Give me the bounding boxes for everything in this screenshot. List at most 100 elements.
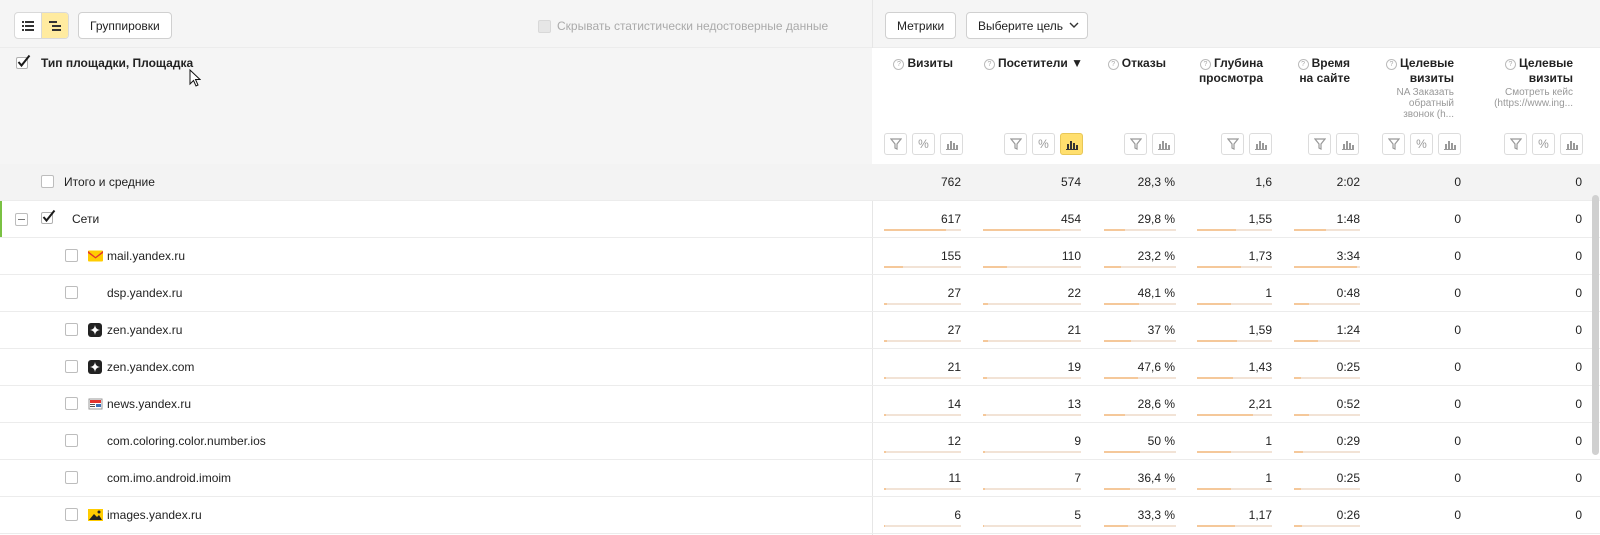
row-checkbox[interactable] <box>65 360 78 373</box>
hide-unreliable-box[interactable] <box>538 19 551 33</box>
chart-button[interactable] <box>1249 133 1272 155</box>
value-bar-fill <box>1197 266 1241 268</box>
row-label[interactable]: com.imo.android.imoim <box>107 471 231 485</box>
chart-button-active[interactable] <box>1060 133 1083 155</box>
table-row[interactable]: images.yandex.ru 6 5 33,3 % 1,17 0:26 0 0 <box>0 497 1600 534</box>
dimension-header-label[interactable]: Тип площадки, Площадка <box>41 56 193 70</box>
help-icon[interactable]: ? <box>983 59 995 70</box>
filter-button[interactable] <box>1308 133 1331 155</box>
column-header-goal-visits-callback[interactable]: ? Целевые визиты NA Заказать обратный зво… <box>1380 56 1454 120</box>
help-icon[interactable]: ? <box>1504 59 1516 70</box>
help-icon[interactable]: ? <box>1385 59 1397 70</box>
row-label[interactable]: images.yandex.ru <box>107 508 202 522</box>
value-bar-fill <box>1294 488 1302 490</box>
row-label[interactable]: Итого и средние <box>64 175 155 189</box>
filter-button[interactable] <box>1504 133 1527 155</box>
help-icon[interactable]: ? <box>893 59 905 70</box>
goal-case-tools: % <box>1504 133 1583 155</box>
goal-select[interactable]: Выберите цель <box>966 12 1089 39</box>
percent-button[interactable]: % <box>1410 133 1433 155</box>
list-view-button[interactable] <box>15 13 41 38</box>
value-bar <box>1294 488 1360 490</box>
table-row[interactable]: zen.yandex.com 21 19 47,6 % 1,43 0:25 0 0 <box>0 349 1600 386</box>
filter-button[interactable] <box>884 133 907 155</box>
help-icon[interactable]: ? <box>1107 59 1119 70</box>
chart-button[interactable] <box>1336 133 1359 155</box>
percent-button[interactable]: % <box>912 133 935 155</box>
column-header-goal-visits-case[interactable]: ? Целевые визиты Смотреть кейс (https://w… <box>1483 56 1573 109</box>
value-bar <box>1294 340 1360 342</box>
table-row[interactable]: mail.yandex.ru 155 110 23,2 % 1,73 3:34 0 0 <box>0 238 1600 275</box>
row-checkbox[interactable] <box>65 323 78 336</box>
table-row[interactable]: dsp.yandex.ru 27 22 48,1 % 1 0:48 0 0 <box>0 275 1600 312</box>
row-checkbox[interactable] <box>65 434 78 447</box>
bar-chart-icon <box>1254 140 1267 150</box>
goal-select-label: Выберите цель <box>978 18 1064 33</box>
table-row[interactable]: com.imo.android.imoim 11 7 36,4 % 1 0:25 0 0 <box>0 460 1600 497</box>
filter-button[interactable] <box>1004 133 1027 155</box>
filter-button[interactable] <box>1124 133 1147 155</box>
row-label[interactable]: Сети <box>72 212 99 226</box>
value-bar-fill <box>983 377 987 379</box>
row-label[interactable]: mail.yandex.ru <box>107 249 185 263</box>
value-bar <box>1104 451 1176 453</box>
bounces-tools <box>1124 133 1175 155</box>
value-bar <box>1294 266 1360 268</box>
group-row[interactable]: Сети 617 454 29,8 % 1,55 1:48 0 0 <box>0 201 1600 238</box>
table-row[interactable]: zen.yandex.ru 27 21 37 % 1,59 1:24 0 0 <box>0 312 1600 349</box>
row-label[interactable]: com.coloring.color.number.ios <box>107 434 266 448</box>
row-checkbox[interactable] <box>65 249 78 262</box>
table-row[interactable]: com.coloring.color.number.ios 12 9 50 % 1 0:2… <box>0 423 1600 460</box>
help-icon[interactable]: ? <box>1297 59 1309 70</box>
checkbox-checked-icon[interactable] <box>41 209 56 224</box>
value-bar-fill <box>1294 525 1302 527</box>
value-bar-fill <box>1294 451 1303 453</box>
value-bar-fill <box>884 414 886 416</box>
row-checkbox[interactable] <box>41 175 54 188</box>
row-label[interactable]: zen.yandex.ru <box>107 323 182 337</box>
column-header-time-on-site[interactable]: ? Время на сайте <box>1286 56 1350 86</box>
vertical-scrollbar[interactable] <box>1592 195 1599 455</box>
row-label[interactable]: dsp.yandex.ru <box>107 286 182 300</box>
chart-button[interactable] <box>1560 133 1583 155</box>
value-bar <box>884 266 961 268</box>
hide-unreliable-checkbox[interactable]: Скрывать статистически недостоверные дан… <box>538 19 828 33</box>
help-icon[interactable]: ? <box>1199 59 1211 70</box>
column-header-bounces[interactable]: ? Отказы <box>1100 56 1166 71</box>
row-checkbox[interactable] <box>65 508 78 521</box>
filter-button[interactable] <box>1221 133 1244 155</box>
value-bar-fill <box>1197 340 1237 342</box>
percent-button[interactable]: % <box>1032 133 1055 155</box>
chart-button[interactable] <box>1438 133 1461 155</box>
goal-subtitle: Смотреть кейс (https://www.ing... <box>1494 87 1573 109</box>
table-row[interactable]: news.yandex.ru 14 13 28,6 % 2,21 0:52 0 0 <box>0 386 1600 423</box>
chart-button[interactable] <box>940 133 963 155</box>
collapse-button[interactable] <box>15 213 28 226</box>
metrics-button[interactable]: Метрики <box>885 12 957 39</box>
column-header-visitors[interactable]: ? Посетители ▼ <box>980 56 1083 71</box>
totals-row[interactable]: Итого и средние 762 574 28,3 % 1,6 2:02 0 0 <box>0 164 1600 201</box>
filter-button[interactable] <box>1382 133 1405 155</box>
value-cell: 21 <box>947 360 961 374</box>
column-header-depth[interactable]: ? Глубина просмотра <box>1183 56 1263 86</box>
tree-view-button[interactable] <box>41 13 68 38</box>
row-label[interactable]: news.yandex.ru <box>107 397 191 411</box>
depth-tools <box>1221 133 1272 155</box>
row-checkbox[interactable] <box>65 286 78 299</box>
row-checkbox[interactable] <box>65 471 78 484</box>
value-bar <box>983 229 1081 231</box>
value-cell: 0 <box>1575 212 1582 226</box>
value-bar-fill <box>1294 377 1302 379</box>
value-bar-fill <box>1294 303 1309 305</box>
dimension-header: Тип площадки, Площадка <box>16 54 193 70</box>
groupings-button[interactable]: Группировки <box>78 12 172 39</box>
value-bar <box>1197 525 1272 527</box>
checkbox-checked-icon[interactable] <box>16 54 31 69</box>
column-header-visits[interactable]: ? Визиты <box>889 56 953 71</box>
filter-icon <box>889 138 902 150</box>
value-cell: 0 <box>1454 397 1461 411</box>
row-checkbox[interactable] <box>65 397 78 410</box>
percent-button[interactable]: % <box>1532 133 1555 155</box>
row-label[interactable]: zen.yandex.com <box>107 360 194 374</box>
chart-button[interactable] <box>1152 133 1175 155</box>
